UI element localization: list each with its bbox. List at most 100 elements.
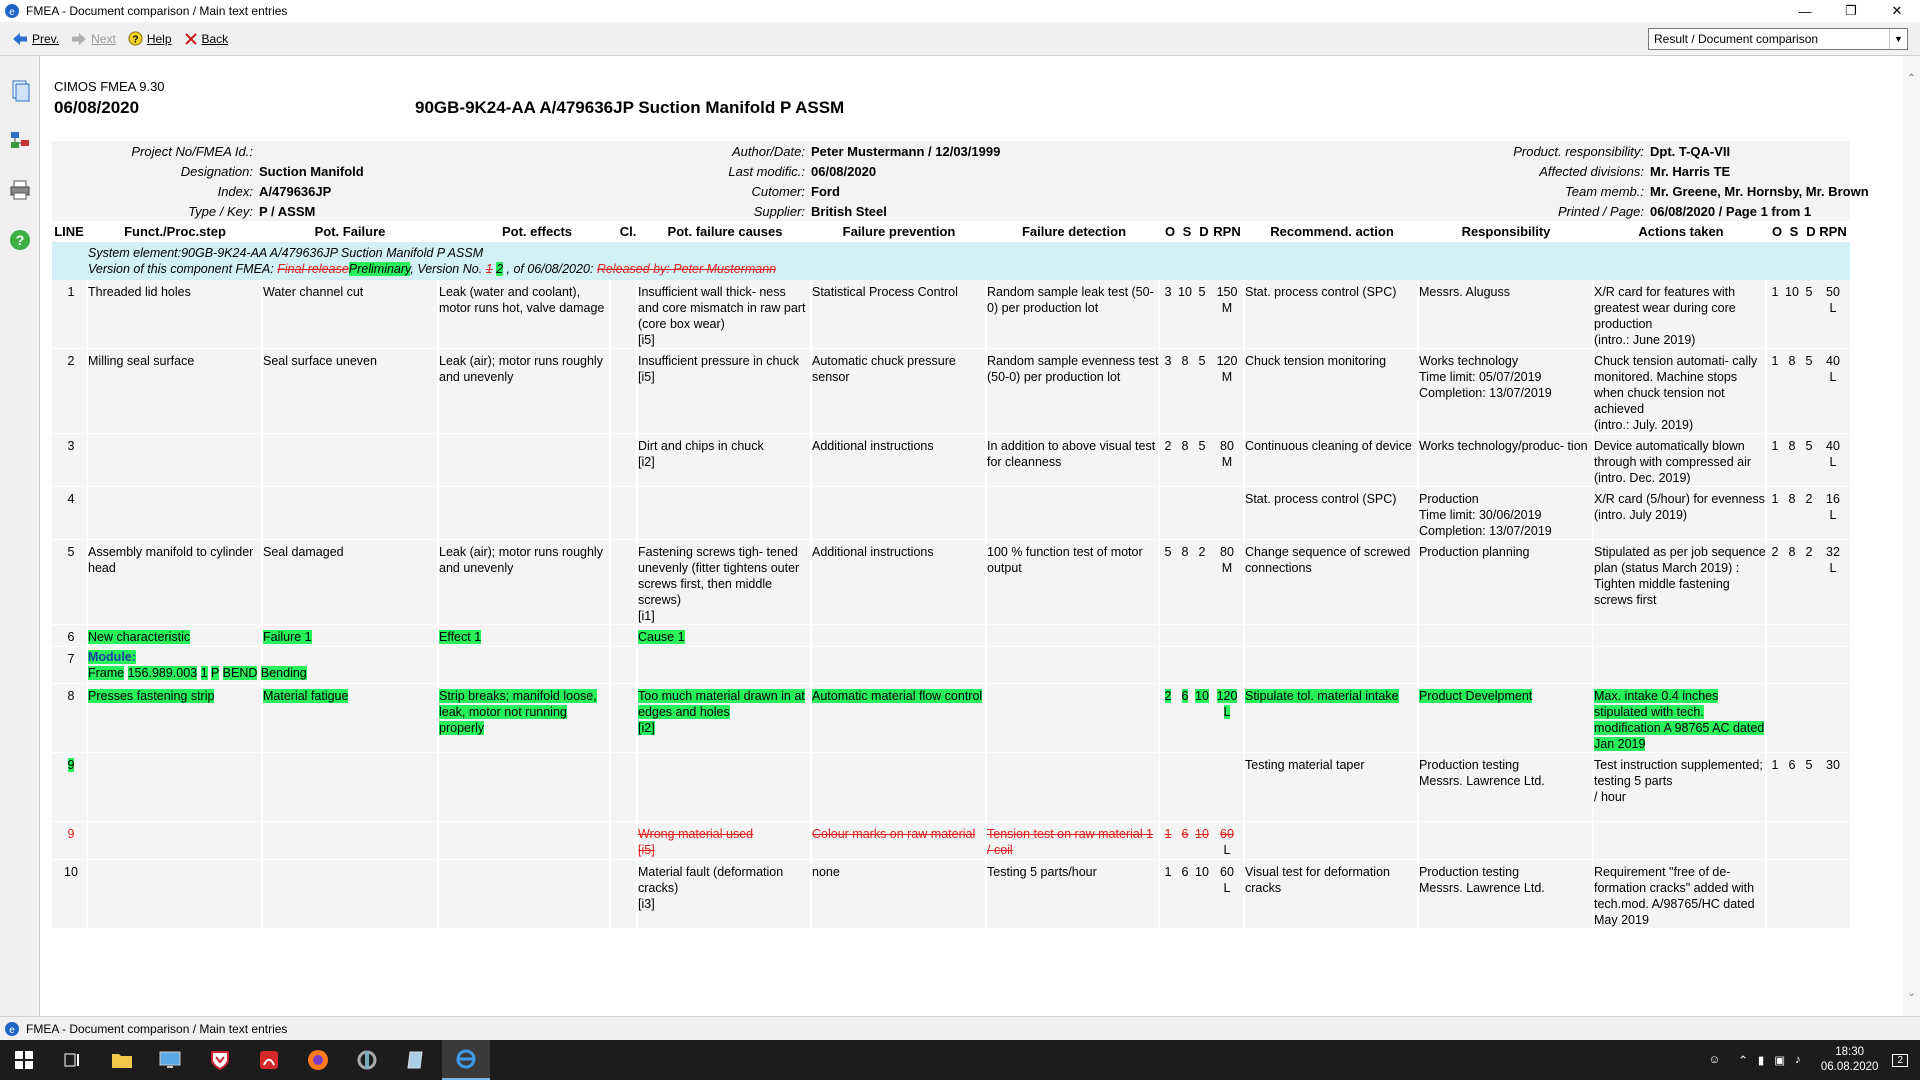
info-label: Cutomer: xyxy=(751,183,805,199)
start-button[interactable] xyxy=(0,1040,48,1080)
cell-line: 6 xyxy=(67,630,75,644)
cell-s2: 8 xyxy=(1788,354,1796,368)
cell-func: Presses fastening strip xyxy=(88,688,260,704)
module-qty: 1 xyxy=(200,666,208,680)
info-label: Project No/FMEA Id.: xyxy=(131,143,253,159)
cell-s: 6 xyxy=(1177,688,1193,704)
network-icon[interactable] xyxy=(8,128,32,152)
taskbar-app-3[interactable] xyxy=(196,1040,244,1080)
minimize-button[interactable]: — xyxy=(1782,0,1828,22)
col-causes: Pot. failure causes xyxy=(667,224,783,239)
cell-taken: Requirement "free of de- formation crack… xyxy=(1594,865,1755,927)
table-row: 3 Dirt and chips in chuck [i2] Additional … xyxy=(52,434,1850,487)
cell-causes: Insufficient pressure in chuck [i5] xyxy=(638,354,799,384)
cell-taken: Device automatically blown through with … xyxy=(1594,439,1752,485)
taskbar-app-6[interactable] xyxy=(343,1040,391,1080)
cell-rpn: 120 M xyxy=(1216,354,1238,384)
taskbar-ie[interactable] xyxy=(442,1040,490,1080)
clock[interactable]: 18:30 06.08.2020 xyxy=(1821,1045,1879,1075)
network-tray-icon[interactable]: ▣ xyxy=(1774,1053,1785,1067)
cell-action: Stipulate tol. material intake xyxy=(1245,688,1417,704)
printer-icon[interactable] xyxy=(8,178,32,202)
vertical-scrollbar[interactable]: ⌃ ⌄ xyxy=(1903,56,1920,1016)
prev-button[interactable]: Prev. xyxy=(12,32,59,46)
app-icon: e xyxy=(5,4,19,18)
cell-causes: Insufficient wall thick- ness and core m… xyxy=(638,285,806,347)
cell-action: Chuck tension monitoring xyxy=(1245,354,1387,368)
table-row: 9 Testing material taper Production testin… xyxy=(52,753,1850,822)
cell-failure: Water channel cut xyxy=(263,285,364,299)
cell-func: New characteristic xyxy=(88,629,260,645)
prev-label: Prev. xyxy=(32,31,60,46)
taskbar-app-7[interactable] xyxy=(392,1040,440,1080)
info-label: Type / Key: xyxy=(188,203,253,219)
cell-causes: Cause 1 xyxy=(638,629,810,645)
cell-func-text: Presses fastening strip xyxy=(88,689,215,703)
cell-s: 8 xyxy=(1181,545,1189,559)
task-view-button[interactable] xyxy=(48,1040,96,1080)
cell-prevention: Automatic material flow control xyxy=(812,688,984,704)
app-icon: e xyxy=(5,1021,19,1036)
col-prevention: Failure prevention xyxy=(842,224,956,239)
module-name: Bending xyxy=(260,666,307,680)
info-value: Peter Mustermann / 12/03/1999 xyxy=(811,143,1001,159)
back-button[interactable]: Back xyxy=(184,32,228,46)
cell-d: 10 xyxy=(1195,865,1209,879)
battery-icon[interactable]: ▮ xyxy=(1758,1053,1764,1067)
cell-resp: Production Time limit: 30/06/2019 Comple… xyxy=(1419,492,1552,538)
col-resp: Responsibility xyxy=(1461,224,1551,239)
new-version-no: 2 xyxy=(496,262,504,276)
cell-line: 8 xyxy=(67,689,75,703)
taskbar-app-2[interactable] xyxy=(146,1040,194,1080)
next-button[interactable]: Next xyxy=(71,32,116,46)
table-row: 5 Assembly manifold to cylinder head Seal … xyxy=(52,540,1850,625)
cell-s2: 10 xyxy=(1785,285,1799,299)
info-value: British Steel xyxy=(811,203,887,219)
info-row: Affected divisions: Mr. Harris TE xyxy=(1352,161,1730,181)
module-code: 156.989.003 xyxy=(127,666,198,680)
cell-line: 3 xyxy=(67,439,75,453)
cell-d2: 5 xyxy=(1805,285,1813,299)
cell-o-text: 2 xyxy=(1164,689,1172,703)
scroll-down-icon[interactable]: ⌄ xyxy=(1903,985,1920,1002)
info-value: A/479636JP xyxy=(259,183,332,199)
cell-resp: Production testing Messrs. Lawrence Ltd. xyxy=(1419,865,1545,895)
help-button[interactable]: ? Help xyxy=(128,31,172,46)
version-mid: , Version No. xyxy=(410,262,486,276)
cell-resp: Messrs. Aluguss xyxy=(1419,285,1511,299)
taskbar-explorer[interactable] xyxy=(98,1040,146,1080)
task-view-icon xyxy=(64,1053,79,1067)
table-row-new: 8 Presses fastening strip Material fatigue… xyxy=(52,684,1850,753)
info-value: P / ASSM xyxy=(259,203,316,219)
cell-effects: Effect 1 xyxy=(439,629,611,645)
chevron-up-icon[interactable]: ⌃ xyxy=(1738,1053,1748,1067)
volume-icon[interactable]: ♪ xyxy=(1795,1054,1801,1066)
cell-o2: 2 xyxy=(1771,545,1779,559)
document-icon[interactable] xyxy=(8,78,32,102)
close-window-button[interactable]: ✕ xyxy=(1874,0,1920,22)
people-icon[interactable]: ☺ xyxy=(1709,1054,1721,1066)
taskbar-firefox[interactable] xyxy=(294,1040,342,1080)
cell-effects-text: Effect 1 xyxy=(439,630,482,644)
version-date: , of 06/08/2020: xyxy=(503,262,597,276)
taskbar-app-4[interactable] xyxy=(245,1040,293,1080)
scroll-up-icon[interactable]: ⌃ xyxy=(1903,70,1920,87)
cell-d2: 2 xyxy=(1805,492,1813,506)
info-value: Ford xyxy=(811,183,840,199)
cell-effects-text: Strip breaks; manifold loose, leak, moto… xyxy=(439,689,597,735)
cell-rpn2: 32 L xyxy=(1826,545,1840,575)
help-circle-icon[interactable]: ? xyxy=(8,228,32,252)
info-block: Project No/FMEA Id.: Designation: Suction… xyxy=(52,141,1869,221)
view-select[interactable]: Result / Document comparison ▼ xyxy=(1648,28,1908,50)
cell-rpn: 120 L xyxy=(1212,688,1242,720)
cell-rpn: 150 M xyxy=(1216,285,1238,315)
chevron-down-icon[interactable]: ▼ xyxy=(1889,29,1907,49)
info-row: Author/Date: Peter Mustermann / 12/03/199… xyxy=(552,141,1000,161)
col-failure: Pot. Failure xyxy=(314,224,386,239)
cell-detection: Tension test on raw material 1 / coil xyxy=(987,826,1159,858)
table-row: 2 Milling seal surface Seal surface uneven… xyxy=(52,349,1850,434)
info-label: Supplier: xyxy=(753,203,805,219)
cell-action: Stat. process control (SPC) xyxy=(1245,285,1397,299)
notification-icon[interactable]: 2 xyxy=(1892,1053,1908,1067)
restore-button[interactable]: ❐ xyxy=(1828,0,1874,22)
